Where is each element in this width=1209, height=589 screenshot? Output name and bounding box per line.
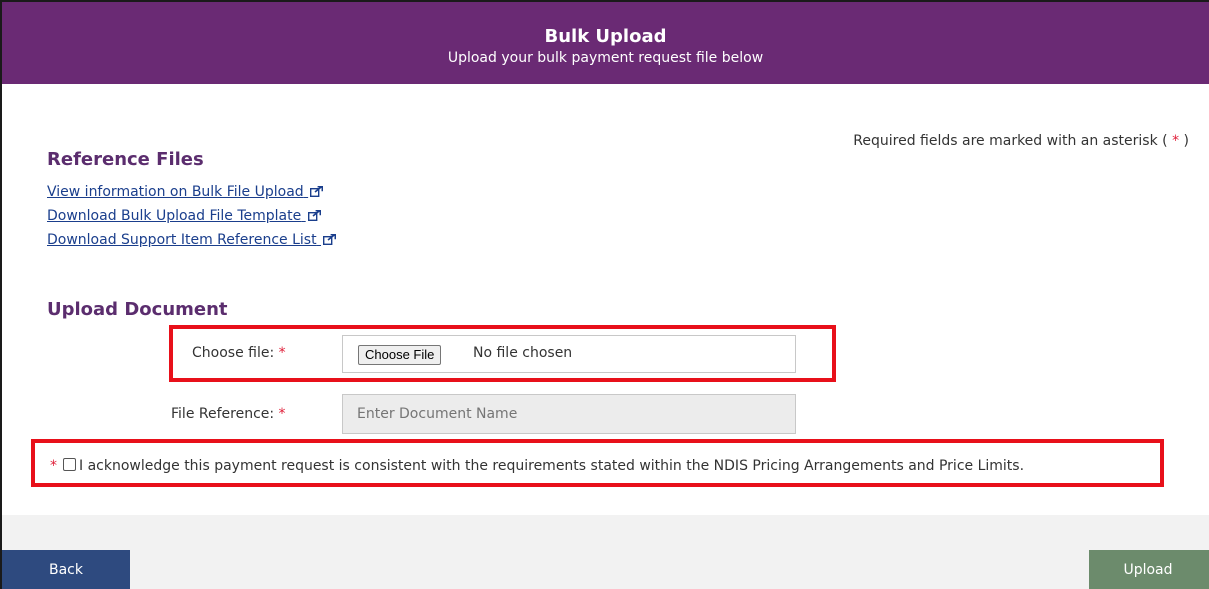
- no-file-chosen-text: No file chosen: [473, 345, 573, 361]
- acknowledgement-text: I acknowledge this payment request is co…: [79, 458, 1025, 474]
- link-label: View information on Bulk File Upload: [47, 184, 304, 200]
- external-link-icon: [307, 210, 321, 221]
- page-header: Bulk Upload Upload your bulk payment req…: [2, 2, 1209, 84]
- choose-file-button[interactable]: Choose File: [358, 345, 442, 365]
- file-reference-label-text: File Reference:: [171, 406, 275, 422]
- link-download-template[interactable]: Download Bulk Upload File Template: [47, 208, 321, 224]
- file-input[interactable]: Choose File No file chosen: [342, 335, 796, 373]
- acknowledgement-row: * I acknowledge this payment request is c…: [50, 458, 1024, 474]
- reference-files-heading: Reference Files: [47, 149, 204, 170]
- upload-document-heading: Upload Document: [47, 299, 228, 320]
- required-note-prefix: Required fields are marked with an aster…: [853, 133, 1168, 149]
- file-reference-label: File Reference: *: [171, 406, 286, 422]
- page-subtitle: Upload your bulk payment request file be…: [447, 50, 764, 66]
- link-bulk-file-info[interactable]: View information on Bulk File Upload: [47, 184, 324, 200]
- link-download-support-list[interactable]: Download Support Item Reference List: [47, 232, 337, 248]
- external-link-icon: [323, 234, 337, 245]
- checkbox-icon[interactable]: [63, 458, 76, 471]
- footer-bar: [2, 515, 1209, 589]
- required-note-star: *: [1172, 133, 1180, 149]
- acknowledgement-required-star: *: [50, 458, 57, 474]
- external-link-icon: [310, 186, 324, 197]
- required-star: *: [278, 345, 286, 361]
- required-fields-note: Required fields are marked with an aster…: [853, 133, 1189, 149]
- link-label: Download Bulk Upload File Template: [47, 208, 302, 224]
- window-frame: [0, 0, 1209, 589]
- required-star: *: [278, 406, 286, 422]
- file-reference-input[interactable]: [342, 394, 796, 434]
- required-note-suffix: ): [1183, 133, 1189, 149]
- upload-button[interactable]: Upload: [1089, 550, 1209, 589]
- choose-file-label: Choose file: *: [192, 345, 286, 361]
- choose-file-label-text: Choose file:: [192, 345, 275, 361]
- back-button[interactable]: Back: [2, 550, 130, 589]
- page-title: Bulk Upload: [544, 26, 667, 47]
- link-label: Download Support Item Reference List: [47, 232, 317, 248]
